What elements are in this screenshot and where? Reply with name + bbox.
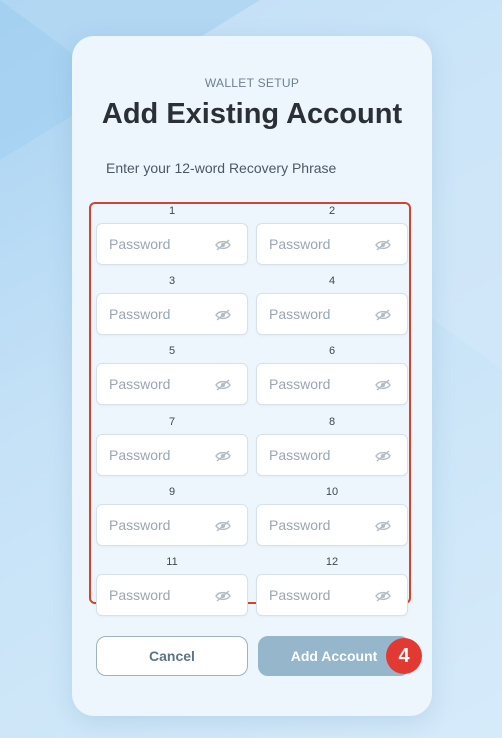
recovery-word-input[interactable]: Password [256, 223, 408, 265]
word-input-placeholder: Password [109, 376, 171, 393]
word-number-label: 6 [328, 345, 336, 358]
recovery-phrase-grid: 1 Password 2 Password 3 Password 4 Password 5 Pas… [89, 202, 411, 616]
recovery-word-1: 1 Password [96, 205, 248, 279]
add-account-card: WALLET SETUP Add Existing Account Enter … [72, 36, 432, 716]
recovery-word-input[interactable]: Password [96, 363, 248, 406]
recovery-word-input[interactable]: Password [96, 223, 248, 265]
word-number-label: 4 [328, 275, 336, 288]
eye-slash-icon[interactable] [375, 449, 391, 462]
word-input-placeholder: Password [269, 236, 331, 252]
word-number-label: 8 [328, 415, 336, 428]
recovery-word-3: 3 Password [96, 275, 248, 349]
recovery-word-input[interactable]: Password [256, 433, 408, 476]
recovery-word-12: 12 Password [256, 556, 408, 630]
eye-slash-icon[interactable] [375, 589, 391, 602]
word-number-label: 1 [168, 205, 176, 217]
eye-slash-icon[interactable] [215, 519, 231, 532]
recovery-word-9: 9 Password [96, 486, 248, 560]
word-input-placeholder: Password [109, 236, 171, 252]
page-title: Add Existing Account [101, 98, 403, 130]
eye-slash-icon[interactable] [215, 589, 231, 602]
eye-slash-icon[interactable] [215, 378, 231, 391]
word-input-placeholder: Password [269, 587, 331, 603]
eye-slash-icon[interactable] [375, 519, 391, 532]
recovery-word-6: 6 Password [256, 345, 408, 419]
eye-slash-icon[interactable] [215, 238, 231, 251]
recovery-word-4: 4 Password [256, 275, 408, 349]
word-number-label: 3 [168, 275, 176, 288]
recovery-word-input[interactable]: Password [256, 293, 408, 336]
cancel-button[interactable]: Cancel [96, 636, 248, 676]
recovery-word-7: 7 Password [96, 416, 248, 490]
recovery-word-11: 11 Password [96, 556, 248, 630]
eye-slash-icon[interactable] [375, 378, 391, 391]
eye-slash-icon[interactable] [375, 238, 391, 251]
word-input-placeholder: Password [109, 587, 171, 603]
word-input-placeholder: Password [269, 376, 331, 393]
recovery-word-10: 10 Password [256, 486, 408, 560]
recovery-word-input[interactable]: Password [96, 293, 248, 336]
recovery-word-2: 2 Password [256, 205, 408, 279]
word-input-placeholder: Password [109, 516, 171, 533]
word-number-label: 7 [168, 415, 176, 428]
recovery-word-input[interactable]: Password [256, 574, 408, 616]
word-input-placeholder: Password [269, 306, 331, 323]
eye-slash-icon[interactable] [215, 308, 231, 321]
word-input-placeholder: Password [269, 446, 331, 463]
word-number-label: 5 [168, 345, 176, 358]
recovery-phrase-instructions: Enter your 12-word Recovery Phrase [106, 160, 337, 176]
word-input-placeholder: Password [269, 516, 331, 533]
word-number-label: 9 [168, 485, 176, 498]
word-input-placeholder: Password [109, 306, 171, 323]
recovery-word-input[interactable]: Password [256, 503, 408, 546]
word-number-label: 2 [328, 205, 336, 217]
word-number-label: 11 [166, 556, 178, 568]
recovery-word-input[interactable]: Password [96, 574, 248, 616]
eye-slash-icon[interactable] [215, 449, 231, 462]
word-number-label: 10 [325, 485, 339, 498]
recovery-word-input[interactable]: Password [256, 363, 408, 406]
eye-slash-icon[interactable] [375, 308, 391, 321]
word-number-label: 12 [325, 556, 339, 568]
recovery-word-5: 5 Password [96, 345, 248, 419]
section-label: WALLET SETUP [204, 76, 300, 90]
word-input-placeholder: Password [109, 446, 171, 463]
recovery-word-8: 8 Password [256, 416, 408, 490]
recovery-word-input[interactable]: Password [96, 433, 248, 476]
recovery-word-input[interactable]: Password [96, 503, 248, 546]
step-number-badge: 4 [386, 638, 422, 674]
